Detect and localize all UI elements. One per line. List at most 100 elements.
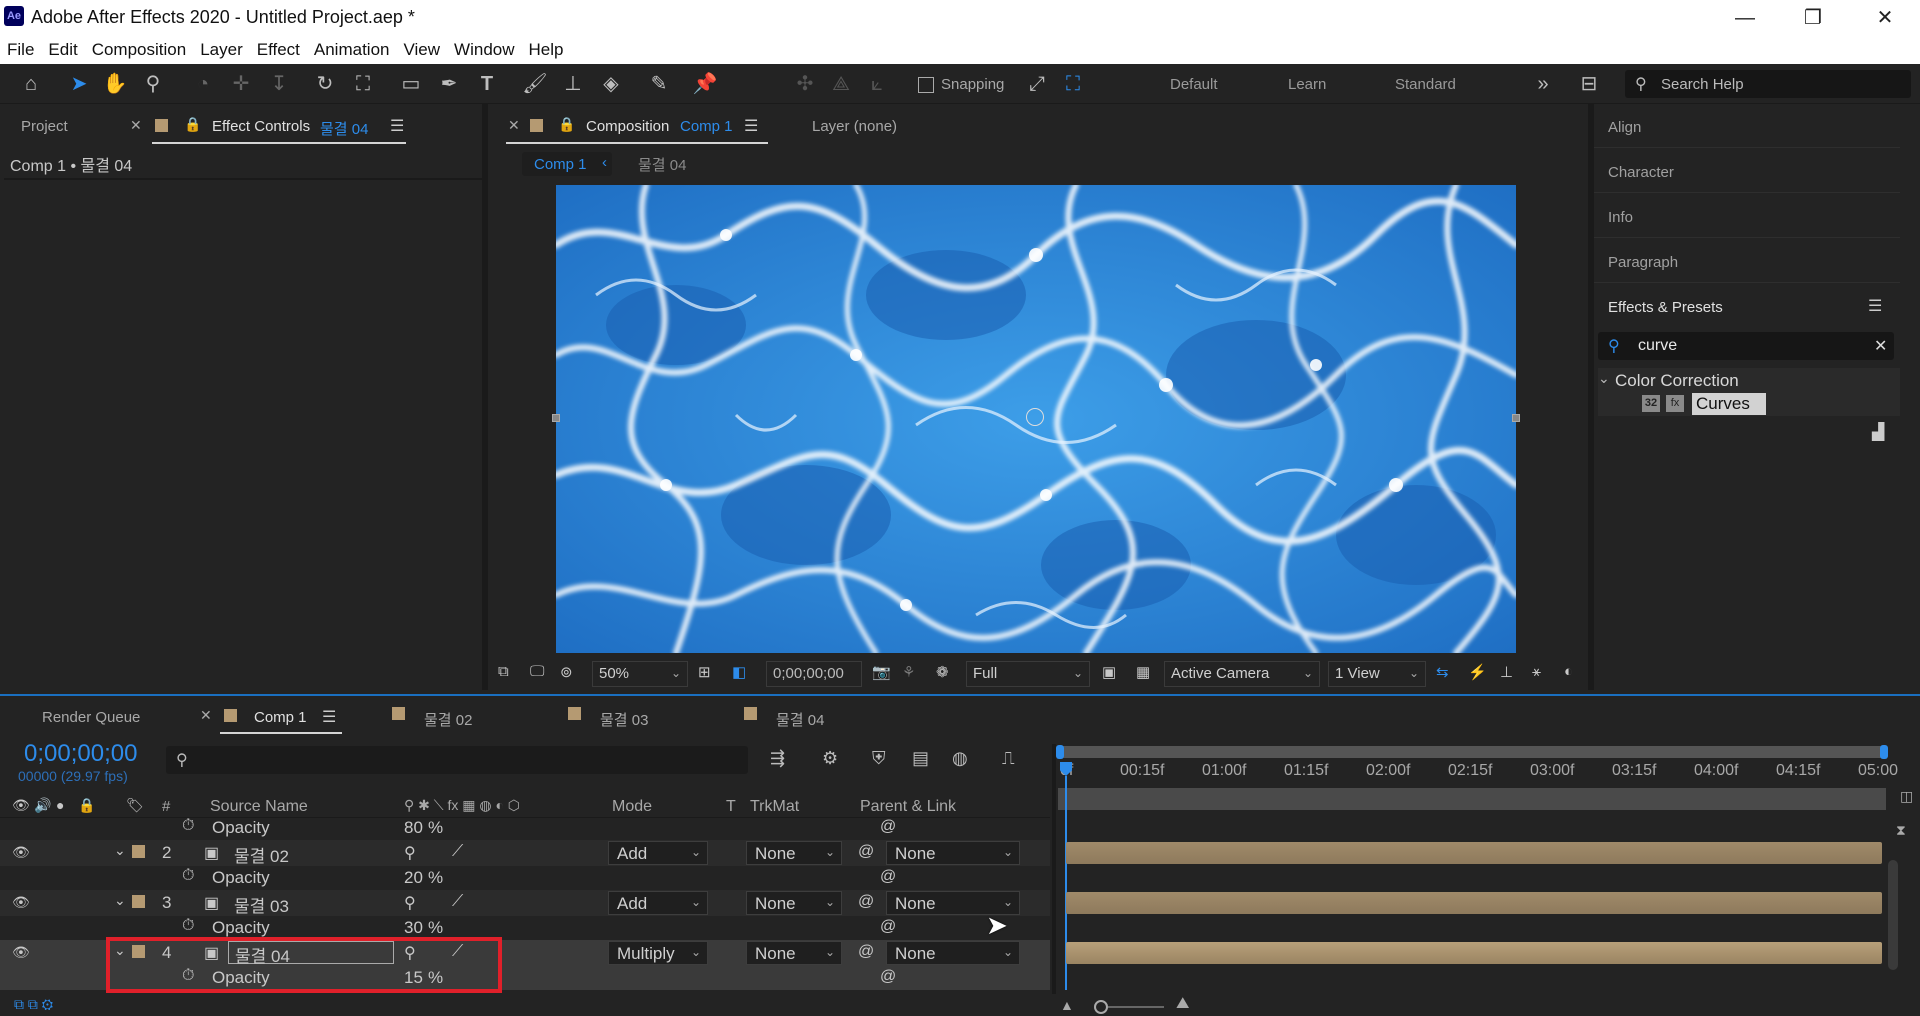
roto-brush-icon[interactable]: ✎ <box>644 70 674 98</box>
transform-handle-left[interactable] <box>552 414 560 422</box>
more-workspaces-button[interactable]: » <box>1528 70 1558 98</box>
fast-previews-icon[interactable]: ⚡ <box>1468 663 1487 687</box>
visibility-eye-icon[interactable]: 👁 <box>12 944 30 961</box>
transform-handle-right[interactable] <box>1512 414 1520 422</box>
pan-camera-icon[interactable]: ✛ <box>226 70 256 98</box>
zoom-in-icon[interactable]: ⛰ <box>1176 995 1189 1013</box>
twirl-chevron-icon[interactable]: ⌄ <box>114 842 126 859</box>
snap-features-icon[interactable]: ⛶ <box>1058 70 1088 98</box>
shy-switch-icon[interactable]: ⚲ <box>404 893 416 913</box>
selection-tool-icon[interactable]: ➤ <box>64 70 94 98</box>
pick-whip-icon[interactable]: @ <box>858 843 874 861</box>
hand-tool-icon[interactable]: ✋ <box>100 70 130 98</box>
stopwatch-icon[interactable]: ⏱ <box>182 817 194 835</box>
parent-dropdown[interactable]: None ⌄ <box>886 941 1020 965</box>
mode-dropdown[interactable]: Add ⌄ <box>608 841 708 865</box>
quality-switch-icon[interactable]: ⟋ <box>452 843 463 861</box>
character-panel[interactable]: Character <box>1594 149 1900 193</box>
graph-editor-icon[interactable]: ⎍ <box>1002 748 1015 769</box>
work-area-start-handle[interactable] <box>1056 745 1064 759</box>
display-icon[interactable]: 🖵 <box>530 663 544 687</box>
audio-column-icon[interactable]: 🔊 <box>34 797 51 814</box>
trkmat-dropdown[interactable]: None ⌄ <box>746 891 842 915</box>
layer-row[interactable]: 👁 ⌄ 3 ▣ 물결 03 ⚲ ⟋ Add ⌄ None ⌄ @ None ⌄ <box>0 890 1050 916</box>
type-tool-icon[interactable]: T <box>472 70 502 98</box>
video-column-icon[interactable]: 👁 <box>12 797 30 814</box>
pick-whip-icon[interactable]: @ <box>858 893 874 911</box>
close-tab-icon[interactable]: ✕ <box>200 707 212 724</box>
curves-effect-row[interactable]: 32 fx Curves <box>1598 392 1900 416</box>
close-tab-icon[interactable]: ✕ <box>130 117 142 134</box>
layer-switches-toggle-icon[interactable]: ⧉ ⧉ ⚙ <box>14 996 53 1013</box>
panel-menu-icon[interactable]: ☰ <box>390 116 404 136</box>
nav-comp-chip[interactable]: Comp 1 ‹ <box>522 152 612 176</box>
clone-stamp-icon[interactable]: ⊥ <box>558 70 588 98</box>
mode-dropdown[interactable]: Add ⌄ <box>608 891 708 915</box>
panel-menu-icon[interactable]: ☰ <box>322 707 336 727</box>
vr-goggles-icon[interactable]: ⊚ <box>560 663 573 687</box>
flowchart-icon[interactable]: ⚹ <box>1532 663 1541 687</box>
timecode-field[interactable]: 0;00;00;00 <box>766 661 862 687</box>
channel-icon[interactable]: ❁ <box>936 663 949 687</box>
zoom-out-icon[interactable]: ▲ <box>1060 997 1074 1013</box>
orbit-camera-icon[interactable]: ◔ <box>188 70 218 98</box>
toggle-pixel-aspect-icon[interactable]: ⇆ <box>1436 663 1449 687</box>
paragraph-panel[interactable]: Paragraph <box>1594 239 1900 283</box>
opacity-value[interactable]: 80 <box>404 818 423 838</box>
opacity-value[interactable]: 30 <box>404 918 423 938</box>
clear-search-icon[interactable]: ✕ <box>1874 336 1887 356</box>
eraser-tool-icon[interactable]: ◈ <box>596 70 626 98</box>
show-snapshot-icon[interactable]: ⚘ <box>902 663 915 687</box>
panel-menu-icon[interactable]: ☰ <box>744 116 758 136</box>
world-axis-icon[interactable]: ⟁ <box>826 70 856 98</box>
visibility-eye-icon[interactable]: 👁 <box>12 844 30 861</box>
menu-effect[interactable]: Effect <box>250 36 307 60</box>
pen-tool-icon[interactable]: ✒ <box>434 70 464 98</box>
shy-layers-icon[interactable]: ⛨ <box>872 748 886 769</box>
panel-menu-icon[interactable]: ☰ <box>1868 296 1882 316</box>
frame-blending-icon[interactable]: ▤ <box>912 748 929 769</box>
tab-comp-name[interactable]: Comp 1 <box>680 118 733 135</box>
comment-icon[interactable]: ◫ <box>1900 788 1913 805</box>
label-column-icon[interactable]: 🏷 <box>126 797 144 814</box>
zoom-tool-icon[interactable]: ⚲ <box>138 70 168 98</box>
pick-whip-icon[interactable]: @ <box>858 943 874 961</box>
stopwatch-icon[interactable]: ⏱ <box>182 917 194 935</box>
workspace-learn[interactable]: Learn <box>1288 76 1326 93</box>
tab-wave-02[interactable]: 물결 02 <box>424 709 472 730</box>
comp-duration-bar[interactable] <box>1058 788 1886 810</box>
shy-switch-icon[interactable]: ⚲ <box>404 843 416 863</box>
stopwatch-icon[interactable]: ⏱ <box>182 867 194 885</box>
menu-file[interactable]: File <box>0 36 41 60</box>
tab-composition[interactable]: Composition <box>586 118 669 135</box>
transparency-grid-icon[interactable]: ▦ <box>1136 663 1150 687</box>
menu-animation[interactable]: Animation <box>307 36 397 60</box>
pick-whip-icon[interactable]: @ <box>880 868 896 886</box>
view-axis-icon[interactable]: ⟀ <box>862 70 892 98</box>
color-correction-row[interactable]: ⌄ Color Correction <box>1598 368 1900 392</box>
menu-window[interactable]: Window <box>447 36 521 60</box>
snapshot-icon[interactable]: 📷 <box>872 663 891 687</box>
vertical-scrollbar[interactable] <box>1888 860 1898 970</box>
motion-blur-icon[interactable]: ◍ <box>952 748 968 769</box>
tab-layer[interactable]: Layer (none) <box>812 118 897 135</box>
close-tab-icon[interactable]: ✕ <box>508 117 520 134</box>
lock-icon[interactable]: 🔒 <box>184 116 201 133</box>
work-area-bar[interactable] <box>1058 746 1886 758</box>
keyframe-nav-icon[interactable]: ⧗ <box>1896 822 1906 839</box>
tab-render-queue[interactable]: Render Queue <box>42 709 140 726</box>
pan-behind-icon[interactable]: ⛶ <box>348 70 378 98</box>
trkmat-dropdown[interactable]: None ⌄ <box>746 941 842 965</box>
tab-effect-controls[interactable]: Effect Controls <box>212 118 310 135</box>
zoom-dropdown[interactable]: 50% ⌄ <box>592 661 688 687</box>
layer-duration-bar[interactable] <box>1066 892 1882 914</box>
draft-3d-icon[interactable]: ⚙ <box>822 748 838 769</box>
comp-mini-flowchart-icon[interactable]: ⇶ <box>770 748 785 769</box>
parent-dropdown[interactable]: None ⌄ <box>886 841 1020 865</box>
workspace-standard[interactable]: Standard <box>1395 76 1456 93</box>
local-axis-icon[interactable]: ✣ <box>790 70 820 98</box>
layer-duration-bar[interactable] <box>1066 842 1882 864</box>
grid-guides-icon[interactable]: ⊞ <box>698 663 711 687</box>
snapping-checkbox[interactable] <box>918 77 934 93</box>
menu-edit[interactable]: Edit <box>41 36 84 60</box>
